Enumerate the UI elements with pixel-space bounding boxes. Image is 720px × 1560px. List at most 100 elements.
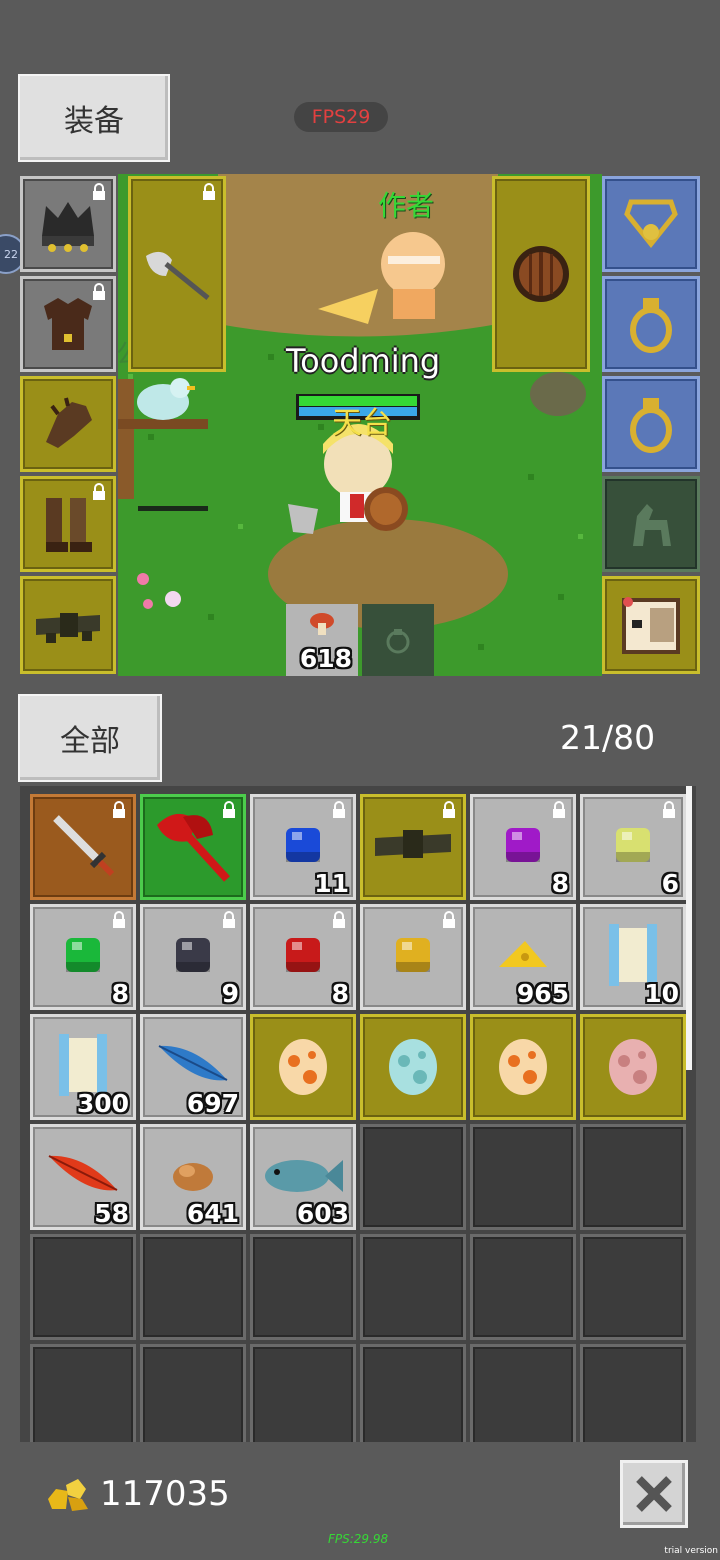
inventory-empty-slot[interactable]: [250, 1234, 356, 1340]
mount-slot[interactable]: [602, 476, 700, 572]
inventory-empty-slot[interactable]: [360, 1234, 466, 1340]
inventory-empty-slot[interactable]: [470, 1234, 576, 1340]
inventory-empty-slot[interactable]: [140, 1234, 246, 1340]
item-count: 965: [516, 978, 569, 1008]
boots-icon: [46, 498, 92, 552]
purple-gem-icon: [500, 822, 546, 872]
inventory-item[interactable]: 11: [250, 794, 356, 900]
armor-slot[interactable]: [20, 276, 116, 372]
yellow-green-gem-icon: [610, 822, 656, 872]
inventory-empty-slot[interactable]: [470, 1344, 576, 1442]
item-count: 300: [76, 1088, 129, 1118]
belt-icon: [36, 613, 100, 643]
hotbar-potion-slot[interactable]: 618: [286, 604, 358, 676]
inventory-item[interactable]: 697: [140, 1014, 246, 1120]
inventory-empty-slot[interactable]: [30, 1344, 136, 1442]
weapon-slot[interactable]: [128, 176, 226, 372]
ring-slot-1[interactable]: [602, 276, 700, 372]
item-count: 697: [186, 1088, 239, 1118]
blue-gem-icon: [280, 822, 326, 872]
tab-all[interactable]: 全部: [18, 694, 162, 782]
inventory-item[interactable]: 6: [580, 794, 686, 900]
inventory-item[interactable]: 58: [30, 1124, 136, 1230]
inventory-item[interactable]: [360, 1014, 466, 1120]
green-gem-icon: [60, 932, 106, 982]
lock-icon: [333, 911, 345, 928]
inventory-item[interactable]: [360, 794, 466, 900]
inventory-item[interactable]: 8: [30, 904, 136, 1010]
tab-equipment[interactable]: 装备: [18, 74, 170, 162]
belt-slot[interactable]: [20, 576, 116, 674]
inventory-item[interactable]: [30, 794, 136, 900]
inventory-item[interactable]: [360, 904, 466, 1010]
inventory-item[interactable]: 603: [250, 1124, 356, 1230]
gold-gem-icon: [390, 932, 436, 982]
inventory-item[interactable]: [470, 1014, 576, 1120]
inventory-empty-slot[interactable]: [140, 1344, 246, 1442]
inventory-item[interactable]: 10: [580, 904, 686, 1010]
item-count: 6: [661, 868, 679, 898]
fish-icon: [261, 1152, 345, 1202]
hotbar-potion-count: 618: [299, 643, 352, 673]
belt-icon: [371, 822, 455, 872]
item-count: 8: [551, 868, 569, 898]
blue-feather-icon: [155, 1040, 231, 1094]
mount-silhouette-icon: [633, 504, 671, 546]
black-gem-icon: [170, 932, 216, 982]
sword-icon: [48, 810, 118, 884]
item-count: 58: [94, 1198, 129, 1228]
inventory-item[interactable]: 8: [470, 794, 576, 900]
lock-icon: [663, 801, 675, 818]
tab-equipment-label: 装备: [64, 104, 124, 139]
lock-icon: [223, 911, 235, 928]
player-name: Toodming: [286, 342, 441, 380]
item-count: 8: [331, 978, 349, 1008]
lock-icon: [443, 801, 455, 818]
lock-icon: [223, 801, 235, 818]
inventory-item[interactable]: 9: [140, 904, 246, 1010]
pet-slot[interactable]: [602, 576, 700, 674]
gold-amount: 117035: [100, 1474, 230, 1514]
inventory-item[interactable]: [140, 794, 246, 900]
cyan-egg-icon: [386, 1033, 440, 1101]
inventory-empty-slot[interactable]: [580, 1234, 686, 1340]
inventory-empty-slot[interactable]: [30, 1234, 136, 1340]
item-count: 8: [111, 978, 129, 1008]
inventory-scrollbar[interactable]: [686, 786, 692, 1070]
ring-icon: [630, 298, 672, 353]
mushroom-potion-icon: [310, 613, 334, 635]
inventory-item[interactable]: 965: [470, 904, 576, 1010]
inventory-empty-slot[interactable]: [360, 1344, 466, 1442]
inventory-item[interactable]: 8: [250, 904, 356, 1010]
inventory-empty-slot[interactable]: [470, 1124, 576, 1230]
lock-icon: [553, 801, 565, 818]
inventory-empty-slot[interactable]: [360, 1124, 466, 1230]
inventory-item[interactable]: [580, 1014, 686, 1120]
ring-slot-2[interactable]: [602, 376, 700, 472]
inventory-empty-slot[interactable]: [580, 1124, 686, 1230]
inventory-item[interactable]: [250, 1014, 356, 1120]
close-button[interactable]: [620, 1460, 688, 1528]
inventory-grid[interactable]: 11 8 6 8 9 8 965 10 300 697 58 641 603: [20, 786, 696, 1442]
trial-watermark: trial version: [664, 1546, 718, 1556]
inventory-empty-slot[interactable]: [250, 1344, 356, 1442]
lock-icon: [93, 483, 105, 500]
item-count: 10: [644, 978, 679, 1008]
tab-all-label: 全部: [60, 724, 120, 759]
fps-badge: FPS29: [294, 102, 388, 132]
helmet-slot[interactable]: [20, 176, 116, 272]
red-gem-icon: [280, 932, 326, 982]
glove-slot[interactable]: [20, 376, 116, 472]
npc-title: 作者: [378, 189, 435, 222]
inventory-empty-slot[interactable]: [580, 1344, 686, 1442]
boots-slot[interactable]: [20, 476, 116, 572]
necklace-slot[interactable]: [602, 176, 700, 272]
red-feather-icon: [45, 1150, 121, 1204]
inventory-item[interactable]: 300: [30, 1014, 136, 1120]
bread-icon: [171, 1157, 215, 1197]
leather-armor-icon: [44, 298, 92, 350]
lock-icon: [113, 801, 125, 818]
inventory-item[interactable]: 641: [140, 1124, 246, 1230]
shield-slot[interactable]: [492, 176, 590, 372]
hotbar-empty-slot[interactable]: [362, 604, 434, 676]
